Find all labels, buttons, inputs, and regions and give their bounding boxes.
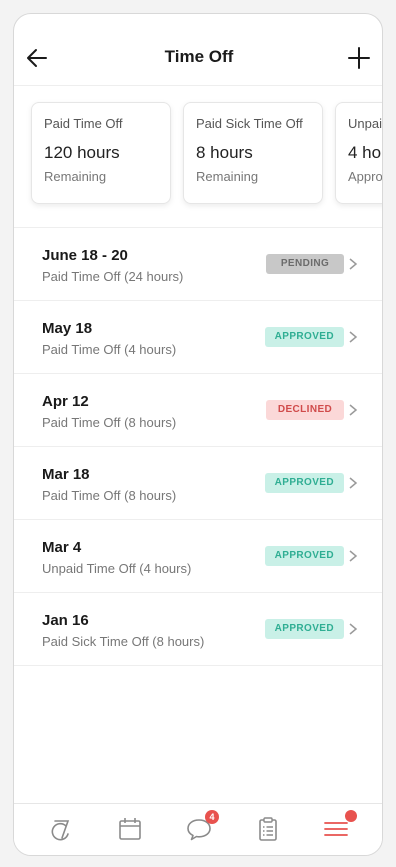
status-badge: APPROVED	[264, 327, 344, 347]
chevron-right-icon	[349, 258, 358, 270]
balance-label: Unpaid Time Off	[348, 116, 382, 131]
status-badge: DECLINED	[266, 400, 344, 420]
request-desc: Unpaid Time Off (4 hours)	[42, 561, 192, 576]
balance-card[interactable]: Paid Time Off 120 hours Remaining	[31, 102, 171, 204]
list-item[interactable]: May 18 Paid Time Off (4 hours) APPROVED	[14, 301, 382, 374]
tab-calendar[interactable]	[115, 814, 145, 844]
clipboard-icon	[259, 817, 277, 841]
request-date: Jan 16	[42, 612, 89, 629]
request-desc: Paid Time Off (24 hours)	[42, 269, 184, 284]
list-item[interactable]: Apr 12 Paid Time Off (8 hours) DECLINED	[14, 374, 382, 447]
balance-sub: Remaining	[44, 169, 107, 184]
page-title: Time Off	[164, 47, 234, 66]
list-item[interactable]: Jan 16 Paid Sick Time Off (8 hours) APPR…	[14, 593, 382, 666]
chevron-right-icon	[349, 550, 358, 562]
status-badge: PENDING	[266, 254, 344, 274]
balance-card[interactable]: Unpaid Time Off 4 hours Approved	[335, 102, 383, 204]
balance-cards: Paid Time Off 120 hours Remaining Paid S…	[14, 86, 383, 228]
tab-tasks[interactable]	[253, 814, 283, 844]
request-desc: Paid Time Off (8 hours)	[42, 415, 177, 430]
add-icon[interactable]	[346, 45, 372, 71]
chevron-right-icon	[349, 331, 358, 343]
request-date: May 18	[42, 320, 93, 337]
request-date: Mar 18	[42, 466, 90, 483]
phone-frame: Time Off Paid Time Off 120 hours Remaini…	[13, 13, 383, 856]
list-item[interactable]: Mar 18 Paid Time Off (8 hours) APPROVED	[14, 447, 382, 520]
balance-card[interactable]: Paid Sick Time Off 8 hours Remaining	[183, 102, 323, 204]
chevron-right-icon	[349, 623, 358, 635]
chevron-right-icon	[349, 477, 358, 489]
status-badge: APPROVED	[264, 619, 344, 639]
chevron-right-icon	[349, 404, 358, 416]
tab-messages[interactable]: 4	[184, 810, 219, 844]
request-date: Mar 4	[42, 539, 82, 556]
list-item[interactable]: Mar 4 Unpaid Time Off (4 hours) APPROVED	[14, 520, 382, 593]
tab-home[interactable]	[47, 814, 77, 844]
request-date: Apr 12	[42, 393, 89, 410]
balance-value: 120 hours	[44, 143, 120, 162]
request-desc: Paid Time Off (4 hours)	[42, 342, 177, 357]
balance-label: Paid Sick Time Off	[196, 116, 303, 131]
notification-dot	[345, 810, 357, 822]
request-list: June 18 - 20 Paid Time Off (24 hours) PE…	[14, 228, 382, 666]
calendar-icon	[119, 818, 141, 840]
tab-bar: 4	[14, 803, 382, 855]
logo-icon	[51, 820, 70, 841]
status-badge: APPROVED	[264, 546, 344, 566]
request-desc: Paid Time Off (8 hours)	[42, 488, 177, 503]
balance-value: 4 hours	[348, 143, 382, 162]
header: Time Off	[14, 14, 382, 86]
balance-sub: Approved	[348, 169, 383, 184]
tab-menu[interactable]	[321, 810, 357, 844]
list-item[interactable]: June 18 - 20 Paid Time Off (24 hours) PE…	[14, 228, 382, 301]
balance-label: Paid Time Off	[44, 116, 123, 131]
status-badge: APPROVED	[264, 473, 344, 493]
request-date: June 18 - 20	[42, 247, 128, 264]
notification-badge: 4	[205, 810, 219, 824]
balance-value: 8 hours	[196, 143, 253, 162]
balance-sub: Remaining	[196, 169, 259, 184]
request-desc: Paid Sick Time Off (8 hours)	[42, 634, 205, 649]
